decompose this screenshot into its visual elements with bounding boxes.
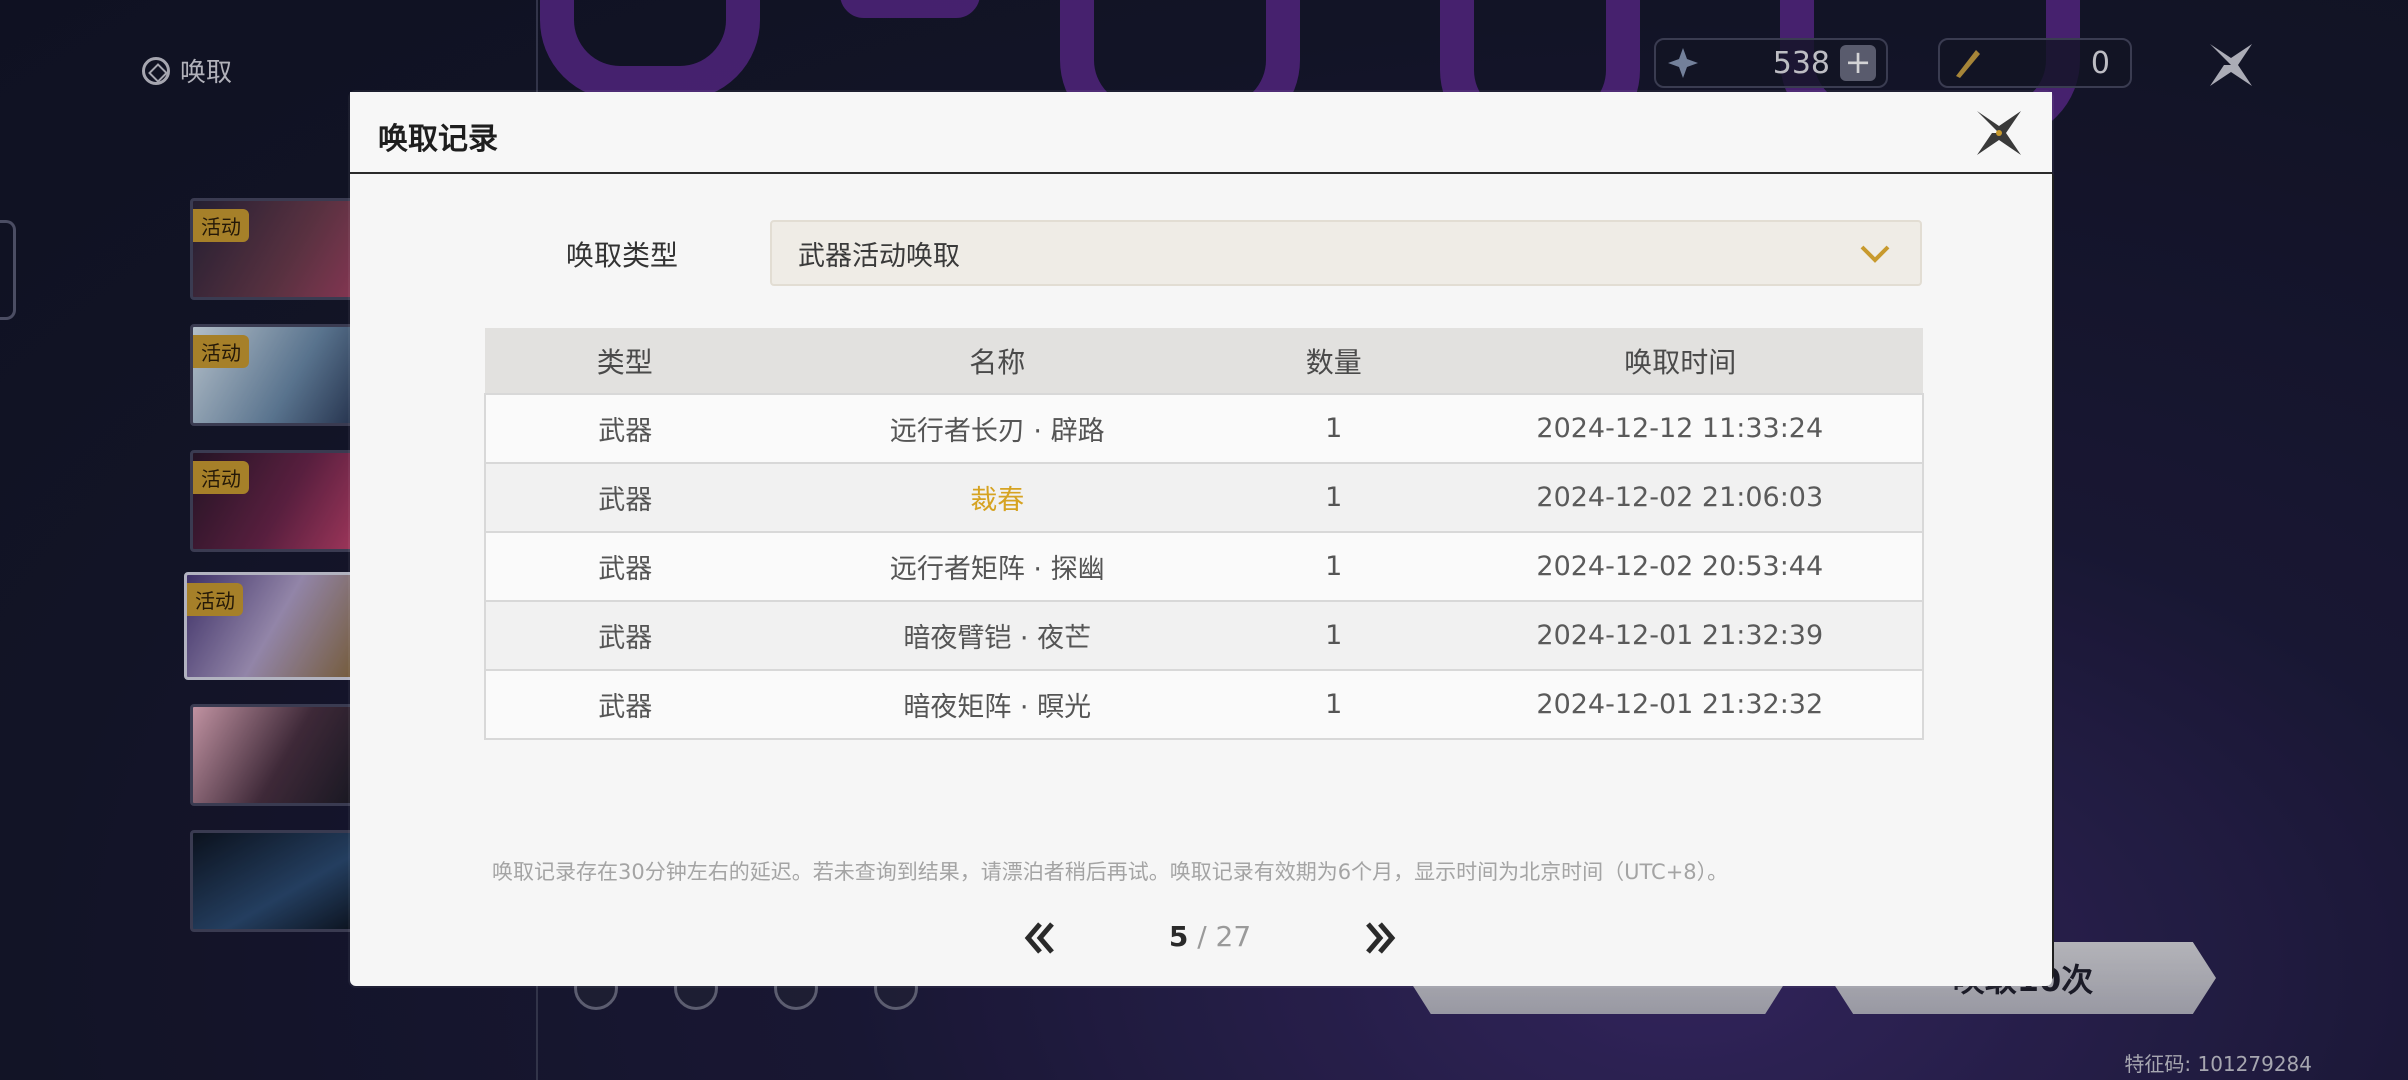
- convene-type-label: 唤取类型: [566, 239, 679, 272]
- chevron-down-icon: [1860, 245, 1890, 263]
- row-name: 暗夜臂铠 · 夜芒: [764, 600, 1230, 670]
- page-separator: /: [1188, 920, 1216, 953]
- row-time: 2024-12-01 21:32:39: [1437, 600, 1923, 670]
- convene-history-dialog: 唤取记录 唤取类型 武器活动唤取 类型 名称 数量 唤取时间 武器 远行者长刃 …: [350, 92, 2052, 986]
- history-table: 类型 名称 数量 唤取时间 武器 远行者长刃 · 辟路 1 2024-12-12…: [484, 328, 1924, 740]
- row-quantity: 1: [1229, 462, 1438, 532]
- column-header: 类型: [485, 328, 765, 394]
- table-row: 武器 暗夜矩阵 · 暝光 1 2024-12-01 21:32:32: [485, 669, 1923, 739]
- history-note: 唤取记录存在30分钟左右的延迟。若未查询到结果，请漂泊者稍后再试。唤取记录有效期…: [492, 860, 1729, 884]
- row-time: 2024-12-12 11:33:24: [1437, 393, 1923, 463]
- row-type: 武器: [485, 462, 765, 532]
- row-type: 武器: [485, 531, 765, 601]
- convene-type-value: 武器活动唤取: [798, 240, 960, 272]
- row-quantity: 1: [1229, 600, 1438, 670]
- table-row: 武器 远行者长刃 · 辟路 1 2024-12-12 11:33:24: [485, 393, 1923, 463]
- page-indicator: 5 / 27: [1020, 920, 1400, 953]
- table-header-row: 类型 名称 数量 唤取时间: [485, 328, 1923, 394]
- row-time: 2024-12-02 20:53:44: [1437, 531, 1923, 601]
- dialog-header: 唤取记录: [350, 92, 2052, 174]
- row-name: 裁春: [764, 462, 1230, 532]
- row-name: 远行者矩阵 · 探幽: [764, 531, 1230, 601]
- row-time: 2024-12-01 21:32:32: [1437, 669, 1923, 739]
- column-header: 名称: [764, 328, 1230, 394]
- table-row: 武器 暗夜臂铠 · 夜芒 1 2024-12-01 21:32:39: [485, 600, 1923, 670]
- row-type: 武器: [485, 600, 765, 670]
- table-row: 武器 裁春 1 2024-12-02 21:06:03: [485, 462, 1923, 532]
- row-time: 2024-12-02 21:06:03: [1437, 462, 1923, 532]
- current-page: 5: [1168, 920, 1189, 953]
- row-name: 远行者长刃 · 辟路: [764, 393, 1230, 463]
- row-type: 武器: [485, 669, 765, 739]
- row-quantity: 1: [1229, 531, 1438, 601]
- column-header: 数量: [1229, 328, 1438, 394]
- column-header: 唤取时间: [1437, 328, 1923, 394]
- pagination: 5 / 27: [1020, 916, 1400, 960]
- convene-type-select[interactable]: 武器活动唤取: [770, 220, 1922, 286]
- dialog-title: 唤取记录: [378, 122, 498, 157]
- close-icon[interactable]: [1972, 106, 2026, 160]
- table-row: 武器 远行者矩阵 · 探幽 1 2024-12-02 20:53:44: [485, 531, 1923, 601]
- row-quantity: 1: [1229, 669, 1438, 739]
- total-pages: 27: [1215, 920, 1252, 953]
- row-quantity: 1: [1229, 393, 1438, 463]
- next-page-icon[interactable]: [1360, 918, 1400, 958]
- row-type: 武器: [485, 393, 765, 463]
- row-name: 暗夜矩阵 · 暝光: [764, 669, 1230, 739]
